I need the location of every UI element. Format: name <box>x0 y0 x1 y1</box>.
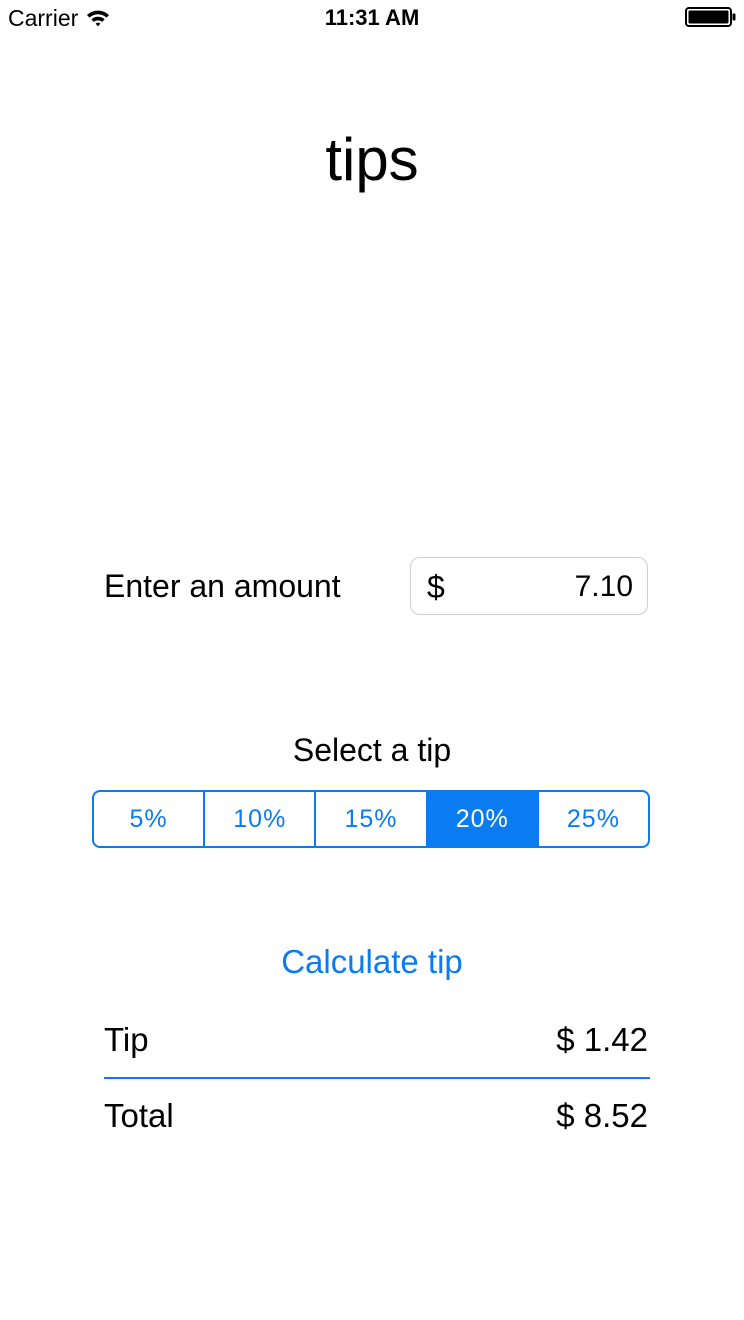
tip-option-5[interactable]: 5% <box>94 792 206 846</box>
tip-option-15[interactable]: 15% <box>316 792 428 846</box>
status-time: 11:31 AM <box>324 5 420 30</box>
tip-option-20[interactable]: 20% <box>427 792 539 846</box>
amount-field[interactable]: $ <box>410 557 648 615</box>
calculate-tip-button[interactable]: Calculate tip <box>0 940 744 984</box>
status-bar: Carrier 11:31 AM <box>0 0 744 40</box>
amount-label: Enter an amount <box>104 568 341 604</box>
tip-option-25[interactable]: 25% <box>539 792 648 846</box>
app-title: tips <box>325 126 419 193</box>
select-tip-label: Select a tip <box>292 732 452 768</box>
amount-input[interactable] <box>473 567 633 607</box>
tip-label: Tip <box>104 1021 149 1058</box>
result-divider <box>104 1077 650 1079</box>
total-value: $ 8.52 <box>556 1097 648 1134</box>
tip-value: $ 1.42 <box>556 1021 648 1058</box>
battery-icon <box>685 7 736 27</box>
currency-symbol: $ <box>427 569 445 605</box>
tip-option-10[interactable]: 10% <box>205 792 317 846</box>
tip-percentage-segmented-control[interactable]: 5% 10% 15% 20% 25% <box>92 790 650 848</box>
total-label: Total <box>104 1097 174 1134</box>
